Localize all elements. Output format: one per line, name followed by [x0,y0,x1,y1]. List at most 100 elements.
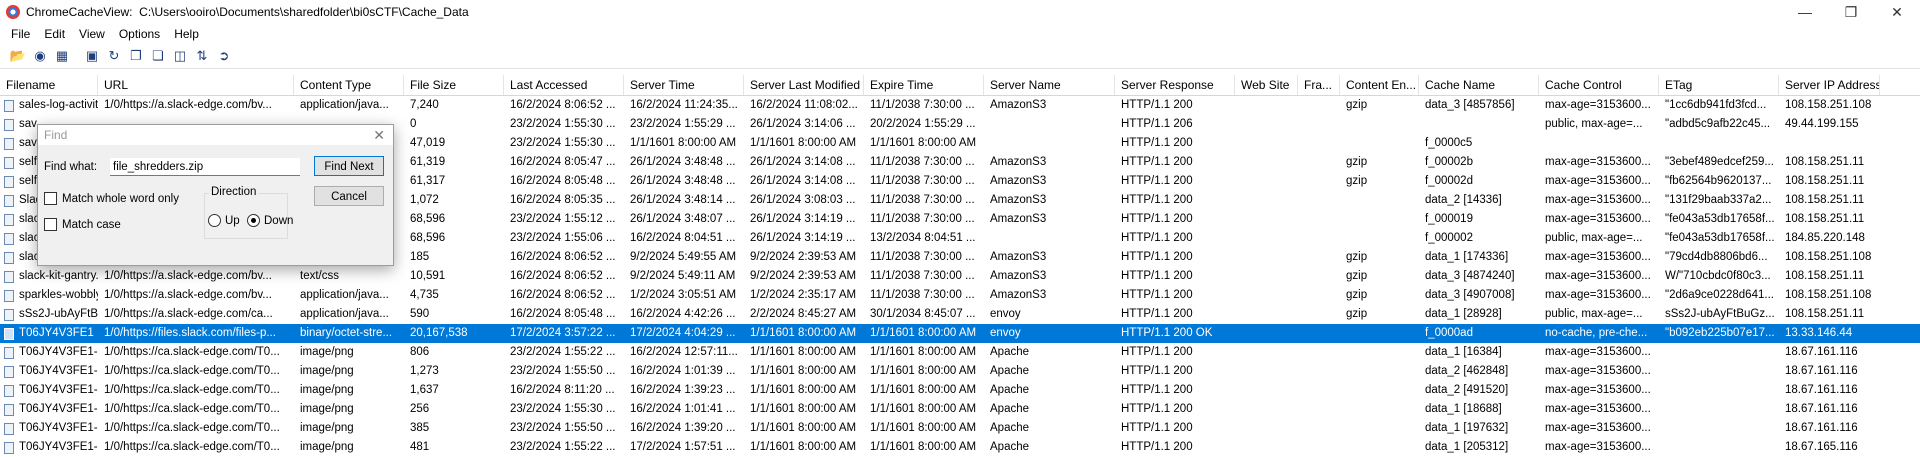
cell-last-accessed: 23/2/2024 1:55:50 ... [510,365,616,377]
cell-web-site [1235,267,1298,286]
cell-cache-control: max-age=3153600... [1545,346,1651,358]
cell-fra [1298,305,1340,324]
cell-web-site [1235,115,1298,134]
cell-url: 1/0/https://a.slack-edge.com/bv... [104,289,272,301]
menu-edit[interactable]: Edit [37,27,72,41]
column-header-etag[interactable]: ETag [1659,75,1779,95]
column-header-web-site[interactable]: Web Site [1235,75,1298,95]
table-row[interactable]: slack-kit-gantry... 1/0/https://a.slack-e… [0,267,1920,286]
find-what-input[interactable]: file_shredders.zip [110,158,300,176]
cell-etag: "1cc6db941fd3fcd... [1665,99,1767,111]
match-case-checkbox[interactable]: Match case [44,218,121,231]
table-row[interactable]: sales-log-activit... 1/0/https://a.slack-… [0,96,1920,115]
folder-icon[interactable]: ▦ [52,46,72,66]
cell-cache-name: f_000019 [1425,213,1473,225]
exit-icon[interactable]: ➲ [214,46,234,66]
file-icon [4,403,14,416]
save-icon[interactable]: ▣ [82,46,102,66]
table-row[interactable]: T06JY4V3FE1-U0... 1/0/https://ca.slack-ed… [0,438,1920,457]
table-row[interactable]: T06JY4V3FE1-U0... 1/0/https://ca.slack-ed… [0,362,1920,381]
filename-cell: T06JY4V3FE1-U0... [0,362,98,381]
cell-fra [1298,362,1340,381]
cell-server-time: 16/2/2024 1:01:39 ... [630,365,736,377]
column-header-cache-control[interactable]: Cache Control [1539,75,1659,95]
close-button[interactable]: ✕ [1874,0,1920,24]
table-row[interactable]: T06JY4V3FE1-U0... 1/0/https://ca.slack-ed… [0,419,1920,438]
properties-icon[interactable]: ◫ [170,46,190,66]
maximize-button[interactable]: ❐ [1828,0,1874,24]
browser-icon[interactable]: ◉ [30,46,50,66]
column-header-server-last-modified[interactable]: Server Last Modified [744,75,864,95]
open-icon[interactable]: 📂 [8,46,28,66]
toolbar: 📂 ◉ ▦ ▣ ↻ ❐ ❏ ◫ ⇅ ➲ [0,44,1920,69]
cell-server-name: AmazonS3 [990,251,1047,263]
cell-fra [1298,96,1340,115]
cell-expire-time: 11/1/2038 7:30:00 ... [870,270,975,282]
find-next-button[interactable]: Find Next [314,156,384,176]
table-row[interactable]: T06JY4V3FE1-U0... 1/0/https://ca.slack-ed… [0,400,1920,419]
cell-content-type: image/png [300,422,354,434]
cell-web-site [1235,381,1298,400]
cell-file-size: 0 [410,118,417,130]
cell-content-en [1340,115,1419,134]
direction-down-radio[interactable]: Down [247,214,293,227]
filename-text: T06JY4V3FE1-U0... [19,422,98,434]
cell-server-name: Apache [990,422,1030,434]
cell-expire-time: 30/1/2034 8:45:07 ... [870,308,976,320]
column-header-content-en[interactable]: Content En... [1340,75,1419,95]
column-header-server-response[interactable]: Server Response [1115,75,1235,95]
column-header-content-type[interactable]: Content Type [294,75,404,95]
table-row[interactable]: T06JY4V3FE1-U0... 1/0/https://ca.slack-ed… [0,381,1920,400]
column-header-filename[interactable]: Filename [0,75,98,95]
table-row[interactable]: sparkles-wobbly... 1/0/https://a.slack-ed… [0,286,1920,305]
file-icon [4,232,14,245]
find-dialog-close-icon[interactable]: ✕ [373,127,385,144]
cell-etag [1659,438,1779,457]
menu-file[interactable]: File [4,27,37,41]
cell-server-name: Apache [990,365,1030,377]
match-whole-word-checkbox[interactable]: Match whole word only [44,192,179,205]
cell-fra [1298,267,1340,286]
copy-all-icon[interactable]: ❏ [148,46,168,66]
cell-server-last-modified: 26/1/2024 3:08:03 ... [750,194,856,206]
column-header-cache-name[interactable]: Cache Name [1419,75,1539,95]
cell-server-response: HTTP/1.1 200 [1121,384,1193,396]
filename-text: T06JY4V3FE1-U0... [19,403,98,415]
cell-web-site [1235,134,1298,153]
column-header-expire-time[interactable]: Expire Time [864,75,984,95]
column-header-url[interactable]: URL [98,75,294,95]
cell-fra [1298,324,1340,343]
cell-file-size: 4,735 [410,289,439,301]
table-row[interactable]: sSs2J-ubAyFtBu... 1/0/https://a.slack-edg… [0,305,1920,324]
cell-content-type: application/java... [300,308,389,320]
minimize-button[interactable]: — [1782,0,1828,24]
menu-help[interactable]: Help [167,27,206,41]
direction-up-radio[interactable]: Up [208,214,240,227]
table-row[interactable]: T06JY4V3FE1 1/0/https://files.slack.com/f… [0,324,1920,343]
sort-icon[interactable]: ⇅ [192,46,212,66]
copy-icon[interactable]: ❐ [126,46,146,66]
table-row[interactable]: T06JY4V3FE1-U0... 1/0/https://ca.slack-ed… [0,343,1920,362]
menu-view[interactable]: View [72,27,112,41]
cell-url: 1/0/https://ca.slack-edge.com/T0... [104,441,280,453]
refresh-icon[interactable]: ↻ [104,46,124,66]
cell-content-type: image/png [300,346,354,358]
menu-options[interactable]: Options [112,27,167,41]
column-header-file-size[interactable]: File Size [404,75,504,95]
cell-server-response: HTTP/1.1 206 [1121,118,1193,130]
column-header-server-time[interactable]: Server Time [624,75,744,95]
filename-text: sav [19,118,37,130]
cell-cache-control: no-cache, pre-che... [1545,327,1648,339]
column-header-server-ip-address[interactable]: Server IP Address [1779,75,1880,95]
cell-server-response: HTTP/1.1 200 [1121,289,1193,301]
cell-server-response: HTTP/1.1 200 [1121,175,1193,187]
column-header-fra[interactable]: Fra... [1298,75,1340,95]
cell-server-time: 16/2/2024 1:01:41 ... [630,403,736,415]
column-header-last-accessed[interactable]: Last Accessed [504,75,624,95]
cell-server-ip-address: 13.33.146.44 [1785,327,1853,339]
cell-server-response: HTTP/1.1 200 [1121,441,1193,453]
title-bar: ChromeCacheView: C:\Users\ooiro\Document… [0,0,1920,24]
column-header-server-name[interactable]: Server Name [984,75,1115,95]
cell-last-accessed: 23/2/2024 1:55:30 ... [510,118,616,130]
cancel-button[interactable]: Cancel [314,186,384,206]
